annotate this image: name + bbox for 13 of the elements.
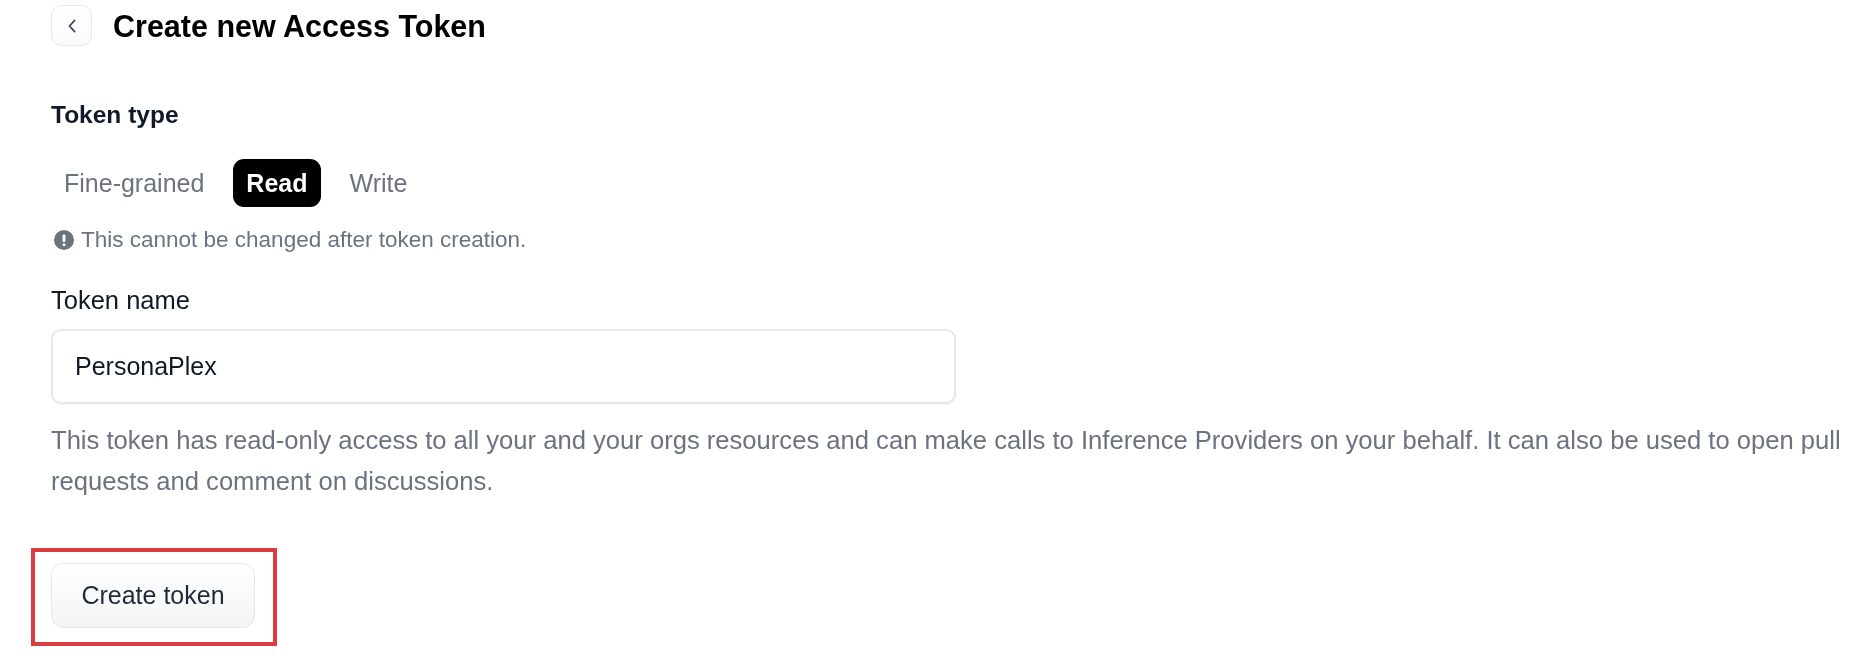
token-type-tab[interactable]: Read <box>233 159 321 207</box>
create-token-button[interactable]: Create token <box>51 563 255 628</box>
chevron-left-icon <box>66 18 77 33</box>
section-label: Token type <box>51 100 179 130</box>
token-name-field[interactable]: PersonaPlex <box>51 329 956 404</box>
page-title: Create new Access Token <box>113 7 486 44</box>
field-label: Token name <box>51 285 190 315</box>
token-type-tab[interactable]: Write <box>336 159 421 207</box>
exclamation-circle-icon <box>54 230 74 250</box>
token-type-tab[interactable]: Fine-grained <box>51 159 218 207</box>
back-button[interactable] <box>51 5 92 46</box>
helper-text: This cannot be changed after token creation. <box>81 227 527 253</box>
description-text: This token has read-only access to all your and your orgs resources and can make calls to Inference Providers on your behalf. It can also be used to open pull requests and comment on discussions. <box>51 425 1842 497</box>
